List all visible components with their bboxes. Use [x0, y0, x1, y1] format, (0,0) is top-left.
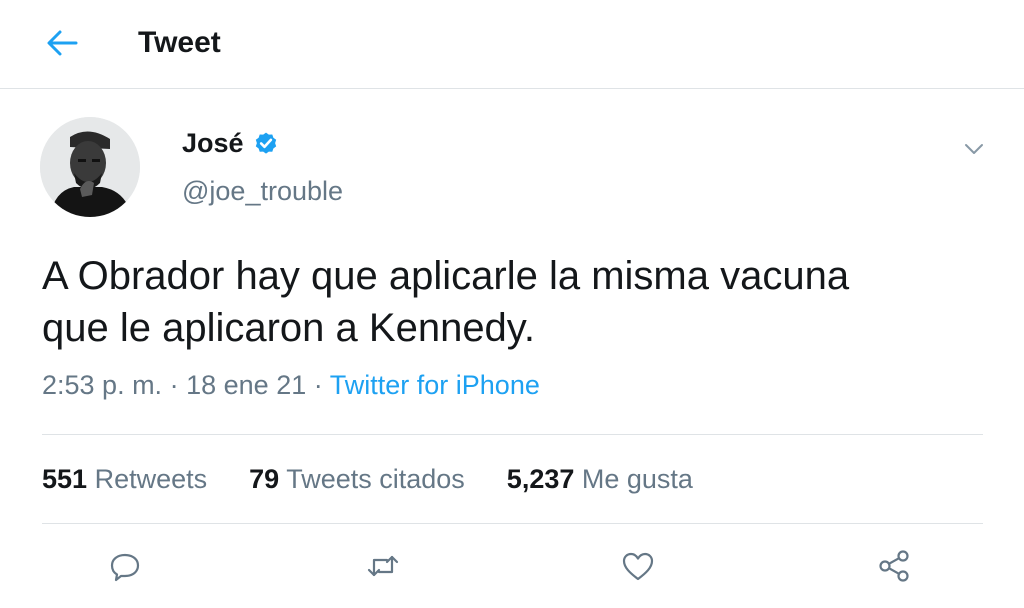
- reply-icon[interactable]: [107, 548, 143, 584]
- tweet-text: A Obrador hay que aplicarle la misma vac…: [42, 250, 1002, 354]
- chevron-down-icon[interactable]: [962, 140, 986, 158]
- verified-badge-icon: [255, 132, 276, 154]
- tweet-text-line: que le aplicaron a Kennedy.: [42, 306, 535, 350]
- retweet-icon[interactable]: [365, 548, 401, 584]
- author-name-row[interactable]: José: [182, 128, 279, 159]
- tweet-meta: 2:53 p. m. · 18 ene 21 · Twitter for iPh…: [42, 370, 540, 401]
- author-handle[interactable]: @joe_trouble: [182, 176, 343, 207]
- tweet-date: 18 ene 21: [186, 370, 307, 400]
- back-arrow-icon[interactable]: [44, 28, 80, 58]
- tweet-source-link[interactable]: Twitter for iPhone: [330, 370, 540, 400]
- page-title: Tweet: [138, 26, 221, 59]
- meta-separator: ·: [313, 370, 323, 400]
- divider: [42, 434, 983, 435]
- quotes-stat[interactable]: 79 Tweets citados: [249, 464, 465, 495]
- author-name[interactable]: José: [182, 128, 244, 159]
- quotes-count: 79: [249, 464, 280, 494]
- likes-stat[interactable]: 5,237 Me gusta: [507, 464, 693, 495]
- top-bar: Tweet: [0, 0, 1024, 89]
- avatar[interactable]: [40, 117, 140, 217]
- likes-label: Me gusta: [581, 464, 693, 494]
- quotes-label: Tweets citados: [286, 464, 465, 494]
- avatar-photo: [40, 117, 140, 217]
- tweet-stats: 551 Retweets 79 Tweets citados 5,237 Me …: [42, 464, 735, 495]
- retweets-label: Retweets: [94, 464, 208, 494]
- divider: [42, 523, 983, 524]
- likes-count: 5,237: [506, 464, 575, 494]
- retweets-count: 551: [42, 464, 88, 494]
- tweet-text-line: A Obrador hay que aplicarle la misma vac…: [42, 254, 850, 298]
- share-icon[interactable]: [876, 548, 912, 584]
- like-icon[interactable]: [620, 548, 656, 584]
- retweets-stat[interactable]: 551 Retweets: [42, 464, 207, 495]
- meta-separator: ·: [169, 370, 179, 400]
- tweet-time: 2:53 p. m.: [42, 370, 163, 400]
